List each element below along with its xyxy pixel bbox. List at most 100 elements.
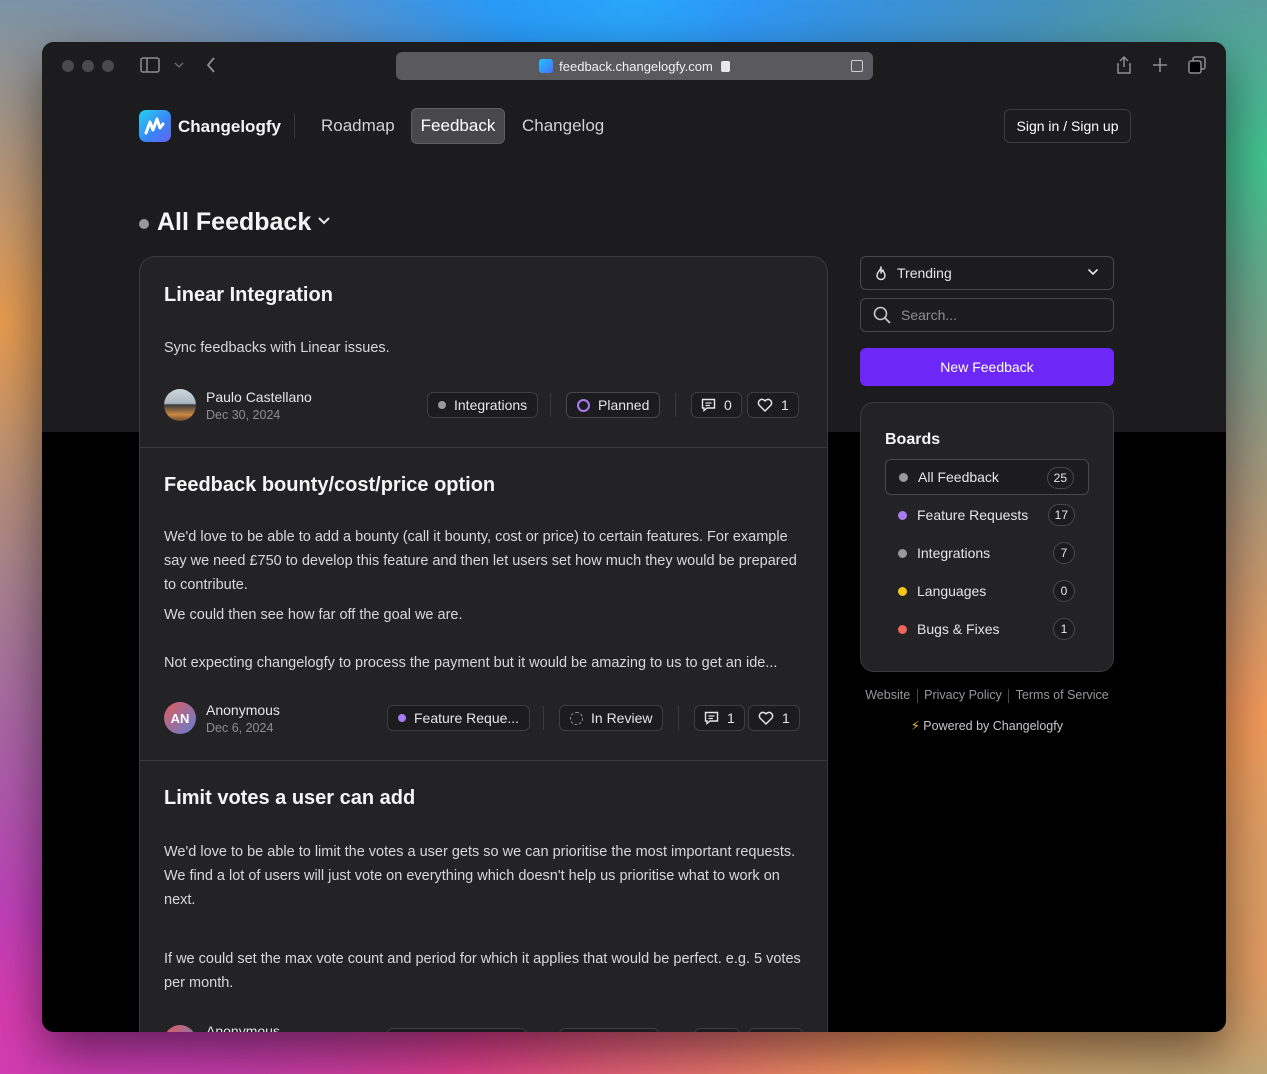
board-count: 1 xyxy=(1053,618,1075,640)
search-placeholder: Search... xyxy=(901,307,958,323)
status-label: Planned xyxy=(598,397,650,413)
comment-icon xyxy=(701,398,716,412)
board-dot-icon xyxy=(898,586,907,596)
boards-panel: Boards All Feedback 25 Feature Requests … xyxy=(860,402,1114,672)
close-window-button[interactable] xyxy=(62,60,74,72)
board-name: All Feedback xyxy=(918,469,999,485)
author-name: Anonymous xyxy=(206,702,280,718)
post-body: We'd love to be able to add a bounty (ca… xyxy=(164,525,804,681)
vote-count: 1 xyxy=(781,397,789,413)
tab-overview-icon[interactable] xyxy=(1188,56,1206,74)
board-count: 7 xyxy=(1053,542,1075,564)
board-count: 25 xyxy=(1046,467,1074,489)
chevron-down-icon xyxy=(1087,268,1099,276)
post-paragraph: We'd love to be able to add a bounty (ca… xyxy=(164,529,797,593)
board-color-dot xyxy=(139,219,149,229)
status-badge[interactable] xyxy=(559,1028,659,1032)
board-item-all-feedback[interactable]: All Feedback 25 xyxy=(885,459,1089,495)
footer-links: Website Privacy Policy Terms of Service xyxy=(860,688,1114,703)
post-paragraph: Sync feedbacks with Linear issues. xyxy=(164,340,390,356)
nav-roadmap[interactable]: Roadmap xyxy=(321,116,395,136)
share-icon[interactable] xyxy=(1116,55,1132,75)
sort-value: Trending xyxy=(897,265,952,281)
divider xyxy=(1008,688,1010,703)
post-date: Dec 30, 2024 xyxy=(206,408,281,422)
board-name: Bugs & Fixes xyxy=(917,621,1000,637)
chevron-down-icon[interactable] xyxy=(174,62,184,68)
vote-button[interactable] xyxy=(748,1028,803,1032)
feedback-list: Linear Integration Sync feedbacks with L… xyxy=(139,256,828,1032)
status-label: In Review xyxy=(591,710,653,726)
vote-button[interactable]: 1 xyxy=(748,705,800,731)
post-body: We'd love to be able to limit the votes … xyxy=(164,840,804,1001)
board-name: Languages xyxy=(917,583,987,599)
post-body: Sync feedbacks with Linear issues. xyxy=(164,336,804,366)
post-paragraph: We could then see how far off the goal w… xyxy=(164,607,463,623)
new-feedback-button[interactable]: New Feedback xyxy=(860,348,1114,386)
board-count: 0 xyxy=(1053,580,1075,602)
vote-count: 1 xyxy=(782,710,790,726)
board-dot-icon xyxy=(438,401,446,409)
avatar: AN xyxy=(164,702,196,734)
powered-by[interactable]: ⚡ Powered by Changelogfy xyxy=(860,718,1114,733)
sign-in-button[interactable]: Sign in / Sign up xyxy=(1004,109,1131,143)
reader-icon[interactable] xyxy=(851,60,863,72)
lightning-icon: ⚡ xyxy=(911,719,920,733)
comment-icon xyxy=(704,711,719,725)
board-item-integrations[interactable]: Integrations 7 xyxy=(885,535,1089,571)
comments-button[interactable]: 1 xyxy=(694,705,745,731)
board-dot-icon xyxy=(898,510,907,520)
board-item-feature-requests[interactable]: Feature Requests 17 xyxy=(885,497,1089,533)
footer-link-privacy[interactable]: Privacy Policy xyxy=(924,688,1002,702)
flame-icon xyxy=(876,265,886,280)
board-selector-title[interactable]: All Feedback xyxy=(157,208,311,237)
status-badge[interactable]: In Review xyxy=(559,705,664,731)
changelogfy-logo[interactable] xyxy=(139,110,171,142)
footer-link-terms[interactable]: Terms of Service xyxy=(1016,688,1109,702)
nav-feedback[interactable]: Feedback xyxy=(411,108,505,144)
board-tag[interactable]: Integrations xyxy=(427,392,539,418)
comments-button[interactable]: 0 xyxy=(691,392,742,418)
heart-icon xyxy=(757,398,773,412)
post-title[interactable]: Limit votes a user can add xyxy=(164,787,415,810)
site-favicon-icon xyxy=(539,59,554,73)
feedback-card[interactable]: Linear Integration Sync feedbacks with L… xyxy=(140,257,827,448)
minimize-window-button[interactable] xyxy=(82,60,94,72)
feedback-card[interactable]: Limit votes a user can add We'd love to … xyxy=(140,761,827,1032)
comment-count: 1 xyxy=(727,710,735,726)
address-bar[interactable]: feedback.changelogfy.com xyxy=(396,52,873,80)
boards-title: Boards xyxy=(885,431,941,448)
url-text: feedback.changelogfy.com xyxy=(559,58,713,74)
post-title[interactable]: Linear Integration xyxy=(164,284,333,307)
back-icon[interactable] xyxy=(206,57,216,73)
in-review-status-icon xyxy=(570,711,583,725)
post-date: Dec 6, 2024 xyxy=(206,721,274,735)
board-dot-icon xyxy=(398,714,406,722)
chevron-down-icon[interactable] xyxy=(317,216,331,225)
sort-select[interactable]: Trending xyxy=(860,256,1114,290)
board-tag-label: Feature Reque... xyxy=(414,710,520,726)
board-tag[interactable]: Feature Reque... xyxy=(387,705,531,731)
board-tag-label: Integrations xyxy=(454,397,528,413)
new-tab-icon[interactable] xyxy=(1152,57,1168,73)
post-title[interactable]: Feedback bounty/cost/price option xyxy=(164,474,495,497)
comments-button[interactable] xyxy=(694,1028,740,1032)
board-count: 17 xyxy=(1047,504,1075,526)
search-input[interactable]: Search... xyxy=(860,298,1114,332)
board-dot-icon xyxy=(898,624,907,634)
board-tag[interactable] xyxy=(387,1028,527,1032)
zoom-window-button[interactable] xyxy=(102,60,114,72)
board-dot-icon xyxy=(899,472,908,482)
post-paragraph: We'd love to be able to limit the votes … xyxy=(164,844,796,908)
brand-name[interactable]: Changelogfy xyxy=(178,117,281,137)
feedback-card[interactable]: Feedback bounty/cost/price option We'd l… xyxy=(140,448,827,761)
logo-mark-icon xyxy=(144,117,165,135)
footer-link-website[interactable]: Website xyxy=(865,688,910,702)
divider xyxy=(550,393,551,417)
nav-changelog[interactable]: Changelog xyxy=(522,116,604,136)
sidebar-toggle-icon[interactable] xyxy=(140,57,160,73)
status-badge[interactable]: Planned xyxy=(566,392,661,418)
vote-button[interactable]: 1 xyxy=(747,392,799,418)
board-item-languages[interactable]: Languages 0 xyxy=(885,573,1089,609)
board-item-bugs-fixes[interactable]: Bugs & Fixes 1 xyxy=(885,611,1089,647)
